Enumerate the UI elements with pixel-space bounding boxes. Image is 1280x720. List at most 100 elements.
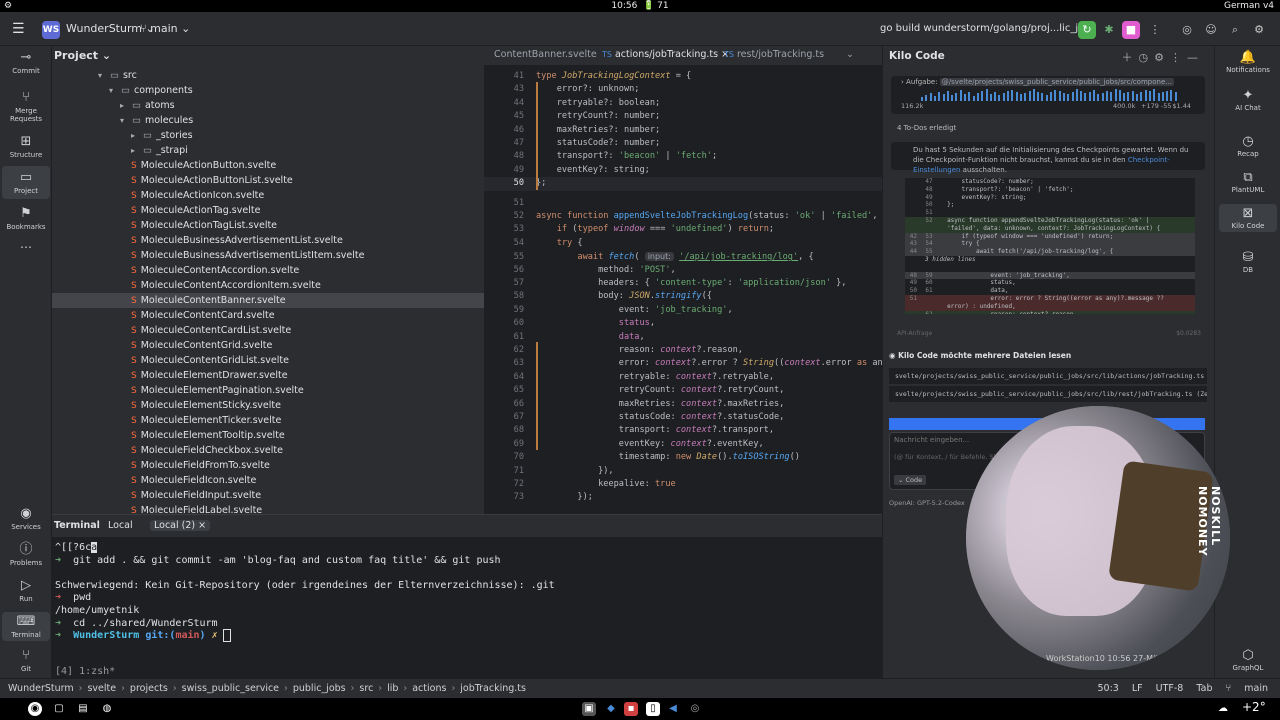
breadcrumb-item[interactable]: projects	[130, 683, 168, 694]
code-line[interactable]: 65 retryCount: context?.retryCount,	[484, 384, 882, 397]
model-label[interactable]: OpenAI: GPT-5.2-Codex	[889, 499, 965, 507]
build-icon[interactable]: ↻	[1078, 21, 1096, 39]
tool-services[interactable]: ◉ Services	[2, 506, 50, 531]
terminal-line[interactable]: ➜ cd ../shared/WunderSturm	[55, 617, 218, 630]
line-number[interactable]: 56	[484, 264, 536, 277]
breadcrumb-item[interactable]: lib	[387, 683, 398, 694]
code-line[interactable]: 47 statusCode?: number;	[484, 137, 882, 150]
expand-arrow-icon[interactable]: ▸	[131, 128, 143, 143]
code-line[interactable]: 72 keepalive: true	[484, 478, 882, 491]
code-line[interactable]: 55 await fetch( input: '/api/job-trackin…	[484, 250, 882, 263]
code-line[interactable]: 61 data,	[484, 331, 882, 344]
code-line[interactable]: 64 retryable: context?.retryable,	[484, 371, 882, 384]
tool-more[interactable]: ⋯	[2, 240, 50, 254]
code-line[interactable]: 73 });	[484, 491, 882, 504]
file-ref-actions[interactable]: svelte/projects/swiss_public_service/pub…	[889, 368, 1207, 384]
line-number[interactable]: 52	[484, 210, 536, 223]
breadcrumb-item[interactable]: src	[359, 683, 373, 694]
code-line[interactable]: 46 maxRetries?: number;	[484, 124, 882, 137]
tree-file[interactable]: S MoleculeContentAccordion.svelte	[52, 263, 484, 278]
terminal-line[interactable]: ➜ pwd	[55, 591, 91, 604]
terminal-line[interactable]: Schwerwiegend: Kein Git-Repository (oder…	[55, 579, 555, 592]
tool-db[interactable]: ⛁ DB	[1219, 250, 1277, 274]
search-icon[interactable]: ⌕	[1226, 21, 1244, 39]
line-number[interactable]: 73	[484, 491, 536, 504]
app-red-icon[interactable]: ▪	[624, 702, 638, 716]
code-line[interactable]: 54 try {	[484, 237, 882, 250]
mode-selector[interactable]: ⌄ Code	[894, 475, 927, 485]
line-number[interactable]: 53	[484, 223, 536, 236]
code-line[interactable]: 67 statusCode: context?.statusCode,	[484, 411, 882, 424]
tree-file[interactable]: S MoleculeElementSticky.svelte	[52, 398, 484, 413]
account-icon[interactable]: ☺	[1202, 21, 1220, 39]
terminal-line[interactable]: ➜ git add . && git commit -am 'blog-faq …	[55, 554, 501, 567]
tree-file[interactable]: S MoleculeFieldFromTo.svelte	[52, 458, 484, 473]
debug-icon[interactable]: ✱	[1100, 21, 1118, 39]
tool-structure[interactable]: ⊞ Structure	[2, 134, 50, 159]
indent[interactable]: Tab	[1196, 683, 1212, 694]
status-branch[interactable]: ⑂ main	[1226, 683, 1268, 694]
code-line[interactable]: 62 reason: context?.reason,	[484, 344, 882, 357]
tree-file[interactable]: S MoleculeElementTicker.svelte	[52, 413, 484, 428]
breadcrumb-item[interactable]: public_jobs	[293, 683, 346, 694]
tree-file[interactable]: S MoleculeActionTag.svelte	[52, 203, 484, 218]
expand-arrow-icon[interactable]: ▾	[98, 68, 110, 83]
line-number[interactable]: 71	[484, 465, 536, 478]
code-line[interactable]: 60 status,	[484, 317, 882, 330]
keyboard-layout[interactable]: German v4	[1224, 0, 1274, 12]
tree-folder[interactable]: ▾ ▭ molecules	[52, 113, 484, 128]
encoding[interactable]: UTF-8	[1156, 683, 1184, 694]
settings-icon[interactable]: ⚙	[1250, 21, 1268, 39]
tool-plantuml[interactable]: ⧉ PlantUML	[1219, 170, 1277, 194]
ai-icon[interactable]: ◎	[1178, 21, 1196, 39]
terminal-line[interactable]: ^[[?6ca	[55, 541, 98, 554]
tool-run[interactable]: ▷ Run	[2, 578, 50, 603]
tree-file[interactable]: S MoleculeBusinessAdvertisementListItem.s…	[52, 248, 484, 263]
line-ending[interactable]: LF	[1132, 683, 1143, 694]
start-icon[interactable]: ◉	[28, 702, 42, 716]
tool-git[interactable]: ⑂ Git	[2, 648, 50, 673]
tool-terminal[interactable]: ⌨ Terminal	[2, 612, 50, 641]
code-line[interactable]: 66 maxRetries: context?.maxRetries,	[484, 398, 882, 411]
settings-taskbar-icon[interactable]: ◎	[688, 702, 702, 716]
tree-file[interactable]: S MoleculeElementPagination.svelte	[52, 383, 484, 398]
tree-file[interactable]: S MoleculeContentCard.svelte	[52, 308, 484, 323]
line-number[interactable]: 64	[484, 371, 536, 384]
tree-file[interactable]: S MoleculeBusinessAdvertisementList.svelt…	[52, 233, 484, 248]
tool-ai-chat[interactable]: ✦ AI Chat	[1219, 88, 1277, 112]
code-line[interactable]: 71 }),	[484, 465, 882, 478]
line-number[interactable]: 58	[484, 290, 536, 303]
expand-arrow-icon[interactable]: ▾	[109, 83, 121, 98]
files-icon[interactable]: ▣	[582, 702, 596, 716]
tree-folder[interactable]: ▾ ▭ components	[52, 83, 484, 98]
tool-bookmarks[interactable]: ⚑ Bookmarks	[2, 206, 50, 231]
code-line[interactable]: 70 timestamp: new Date().toISOString()	[484, 451, 882, 464]
expand-arrow-icon[interactable]: ▸	[120, 98, 132, 113]
kilo-toolbar[interactable]: ＋◷⚙⋮—	[1122, 49, 1204, 65]
tree-file[interactable]: S MoleculeFieldLabel.svelte	[52, 503, 484, 514]
tree-file[interactable]: S MoleculeContentGrid.svelte	[52, 338, 484, 353]
project-panel-header[interactable]: Project ⌄	[52, 46, 484, 66]
code-line[interactable]: 56 method: 'POST',	[484, 264, 882, 277]
tree-file[interactable]: S MoleculeFieldIcon.svelte	[52, 473, 484, 488]
tree-folder[interactable]: ▸ ▭ _strapi	[52, 143, 484, 158]
code-line[interactable]: 44 retryable?: boolean;	[484, 97, 882, 110]
tabs-dropdown-icon[interactable]: ⌄	[846, 49, 854, 60]
tool-notifications[interactable]: 🔔 Notifications	[1219, 50, 1277, 74]
tree-folder[interactable]: ▸ ▭ atoms	[52, 98, 484, 113]
tool-problems[interactable]: ⓘ Problems	[2, 542, 50, 567]
code-line[interactable]: 51	[484, 197, 882, 210]
browser-icon[interactable]: ◆	[604, 702, 618, 716]
vscode-icon[interactable]: ◀	[666, 702, 680, 716]
tree-file[interactable]: S MoleculeElementTooltip.svelte	[52, 428, 484, 443]
breadcrumb-item[interactable]: actions	[412, 683, 446, 694]
line-number[interactable]: 67	[484, 411, 536, 424]
tree-folder[interactable]: ▸ ▭ _stories	[52, 128, 484, 143]
line-number[interactable]: 54	[484, 237, 536, 250]
line-number[interactable]: 72	[484, 478, 536, 491]
tool-kilo-code[interactable]: ⊠ Kilo Code	[1219, 204, 1277, 232]
breadcrumb-item[interactable]: swiss_public_service	[182, 683, 279, 694]
more-icon[interactable]: ⋮	[1146, 21, 1164, 39]
run-config-selector[interactable]: go build wunderstorm/golang/proj...lic_j…	[880, 20, 1096, 38]
line-number[interactable]: 63	[484, 357, 536, 370]
